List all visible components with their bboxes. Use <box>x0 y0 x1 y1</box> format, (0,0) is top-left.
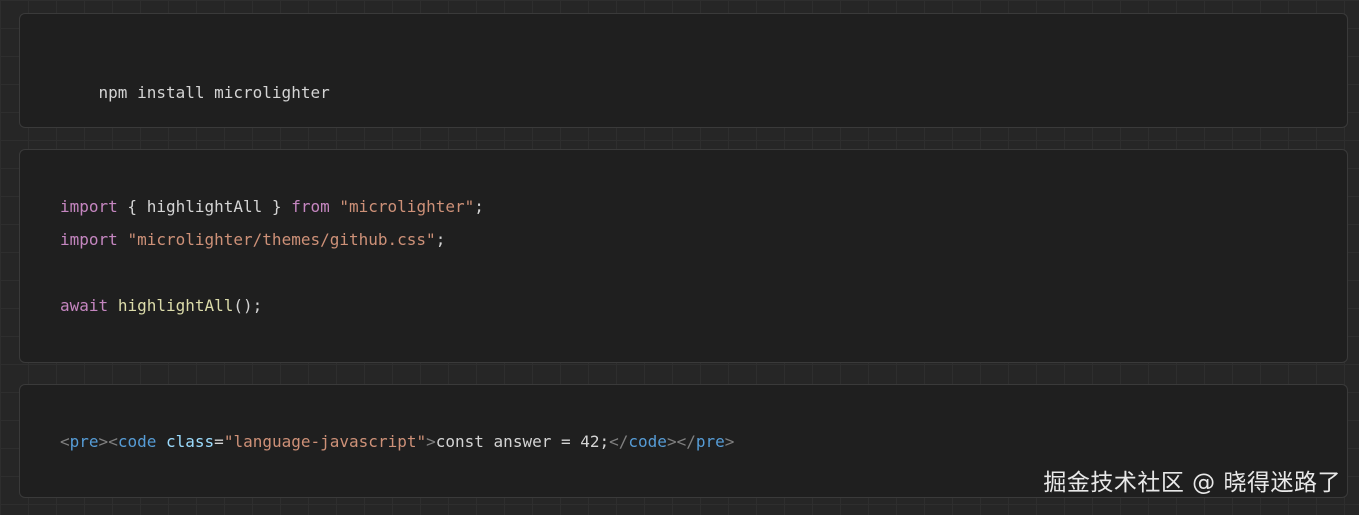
identifier-token: highlightAll <box>146 197 263 216</box>
punct-token: </ <box>676 432 696 451</box>
code-line: npm install microlighter <box>60 60 330 126</box>
punct-token: ; <box>474 197 484 216</box>
code-line: <pre><code class="language-javascript">c… <box>60 431 734 453</box>
code-line: await highlightAll(); <box>60 295 262 317</box>
punct-token: < <box>60 432 70 451</box>
punct-token: { <box>117 197 147 216</box>
keyword-token: await <box>60 296 109 315</box>
code-line: import "microlighter/themes/github.css"; <box>60 229 445 251</box>
code-text: npm install microlighter <box>98 83 330 102</box>
tag-token: pre <box>69 432 99 451</box>
code-block-install: npm install microlighter <box>19 13 1348 128</box>
keyword-token: import <box>60 230 118 249</box>
punct-token: ; <box>435 230 446 249</box>
tag-token: code <box>117 432 157 451</box>
punct-token: > <box>666 432 677 451</box>
punct-token: (); <box>233 296 263 315</box>
keyword-token: import <box>60 197 118 216</box>
string-token: "microlighter" <box>339 197 475 216</box>
code-block-usage: import { highlightAll } from "microlight… <box>19 149 1348 363</box>
function-token: highlightAll <box>117 296 234 315</box>
keyword-token: from <box>291 197 330 216</box>
attribute-token: class <box>166 432 215 451</box>
string-token: "language-javascript" <box>223 432 427 451</box>
watermark-text: 掘金技术社区 @ 晓得迷路了 <box>1043 470 1341 496</box>
punct-token: } <box>262 197 292 216</box>
punct-token: </ <box>609 432 629 451</box>
punct-token: > <box>98 432 109 451</box>
string-token: "microlighter/themes/github.css" <box>127 230 436 249</box>
punct-token: > <box>724 432 735 451</box>
code-text: const answer = 42; <box>435 432 610 451</box>
punct-token: > <box>426 432 436 451</box>
code-line: import { highlightAll } from "microlight… <box>60 196 484 218</box>
tag-token: code <box>628 432 667 451</box>
tag-token: pre <box>695 432 725 451</box>
punct-token: < <box>108 432 118 451</box>
punct-token: = <box>214 432 224 451</box>
